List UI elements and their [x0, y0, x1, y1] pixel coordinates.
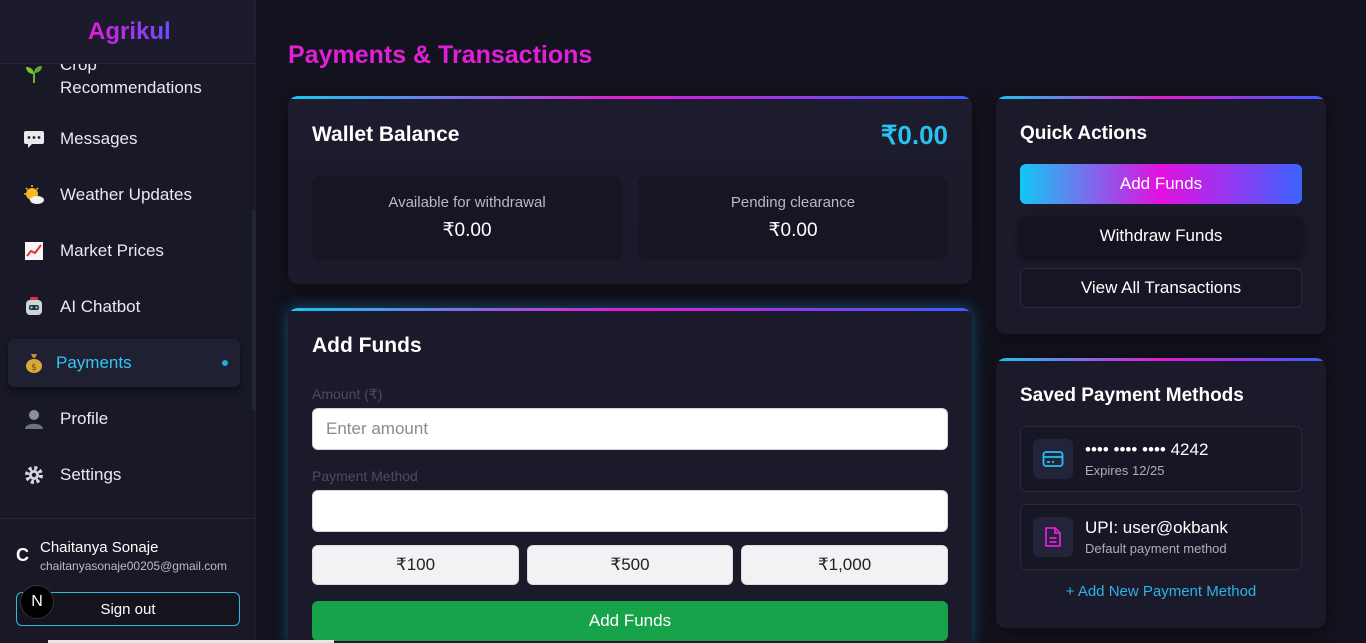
saved-method-card[interactable]: •••• •••• •••• 4242 Expires 12/25 [1020, 426, 1302, 492]
add-funds-title: Add Funds [312, 334, 422, 357]
sidebar-item-market-prices[interactable]: Market Prices [8, 227, 240, 275]
sidebar-item-profile[interactable]: Profile [8, 395, 240, 443]
person-icon [22, 407, 46, 431]
sidebar-item-weather-updates[interactable]: Weather Updates [8, 171, 240, 219]
view-all-transactions-button[interactable]: View All Transactions [1020, 268, 1302, 308]
chat-icon [22, 127, 46, 151]
sidebar-item-label: Weather Updates [60, 185, 192, 204]
quick-amount-500-button[interactable]: ₹500 [527, 545, 733, 585]
sidebar-item-label: Crop Recommendations [60, 64, 202, 97]
saved-method-upi[interactable]: UPI: user@okbank Default payment method [1020, 504, 1302, 570]
add-funds-submit-button[interactable]: Add Funds [312, 601, 948, 641]
available-balance-box: Available for withdrawal ₹0.00 [312, 176, 622, 260]
sidebar-item-label: Messages [60, 129, 138, 148]
sidebar-item-label: Profile [60, 409, 109, 428]
saved-payment-methods-card: Saved Payment Methods •••• •••• •••• 424… [996, 358, 1326, 628]
add-new-payment-method-link[interactable]: + Add New Payment Method [996, 583, 1326, 600]
pending-label: Pending clearance [730, 194, 856, 211]
sun-cloud-icon [22, 183, 46, 207]
sidebar-item-ai-chatbot[interactable]: AI Chatbot [8, 283, 240, 331]
add-funds-button[interactable]: Add Funds [1020, 164, 1302, 204]
user-name: Chaitanya Sonaje [40, 539, 159, 556]
quick-actions-card: Quick Actions Add Funds Withdraw Funds V… [996, 96, 1326, 334]
sidebar-item-settings[interactable]: Settings [8, 451, 240, 499]
pending-value: ₹0.00 [768, 220, 818, 241]
add-funds-card: Add Funds Amount (₹) Payment Method ₹100… [288, 308, 972, 643]
amount-input[interactable] [312, 408, 948, 450]
amount-label: Amount (₹) [312, 386, 383, 402]
chart-icon [22, 239, 46, 263]
payment-method-label: Payment Method [312, 468, 418, 484]
gear-icon [22, 463, 46, 487]
method-main-text: •••• •••• •••• 4242 [1085, 440, 1209, 459]
available-label: Available for withdrawal [388, 194, 546, 211]
sidebar-item-label: Payments [56, 353, 132, 372]
method-sub-text: Expires 12/25 [1085, 463, 1165, 478]
sidebar-item-payments[interactable]: $ Payments [8, 339, 240, 387]
sidebar-item-crop-recommendations[interactable]: Crop Recommendations [8, 64, 240, 104]
active-indicator-dot [222, 360, 228, 366]
dev-tools-badge[interactable]: N [20, 585, 54, 619]
brand-logo[interactable]: Agrikul [88, 18, 171, 46]
brand-header: Agrikul [0, 0, 255, 64]
card-accent-bar [996, 96, 1326, 99]
credit-card-icon [1033, 439, 1073, 479]
card-accent-bar [288, 96, 972, 99]
sidebar-item-label: Settings [60, 465, 122, 484]
user-email: chaitanyasonaje00205@gmail.com [40, 559, 227, 573]
available-value: ₹0.00 [442, 220, 492, 241]
method-main-text: UPI: user@okbank [1085, 518, 1228, 537]
wallet-balance-card: Wallet Balance ₹0.00 Available for withd… [288, 96, 972, 284]
quick-actions-title: Quick Actions [1020, 123, 1148, 144]
sidebar-item-label: AI Chatbot [60, 297, 141, 316]
card-accent-bar [288, 308, 972, 311]
pending-balance-box: Pending clearance ₹0.00 [638, 176, 948, 260]
saved-methods-title: Saved Payment Methods [1020, 385, 1244, 406]
sprout-icon [22, 64, 46, 86]
sidebar-nav: Crop Recommendations Messages Weather Up… [0, 64, 256, 518]
robot-icon [22, 295, 46, 319]
svg-text:$: $ [31, 363, 37, 373]
payment-method-select[interactable] [312, 490, 948, 532]
card-accent-bar [996, 358, 1326, 361]
sidebar: Agrikul Crop Recommendations Messages We… [0, 0, 256, 643]
wallet-title: Wallet Balance [312, 123, 460, 146]
wallet-amount: ₹0.00 [880, 120, 948, 150]
sidebar-item-messages[interactable]: Messages [8, 115, 240, 163]
withdraw-funds-button[interactable]: Withdraw Funds [1020, 216, 1302, 256]
document-icon [1033, 517, 1073, 557]
quick-amount-100-button[interactable]: ₹100 [312, 545, 519, 585]
method-sub-text: Default payment method [1085, 541, 1227, 556]
quick-amount-1000-button[interactable]: ₹1,000 [741, 545, 948, 585]
sidebar-item-label: Market Prices [60, 241, 164, 260]
sidebar-scrollbar[interactable] [252, 210, 256, 410]
avatar: C [16, 545, 29, 565]
user-panel: C Chaitanya Sonaje chaitanyasonaje00205@… [0, 518, 256, 643]
page-title: Payments & Transactions [288, 41, 593, 69]
money-bag-icon: $ [22, 351, 46, 375]
